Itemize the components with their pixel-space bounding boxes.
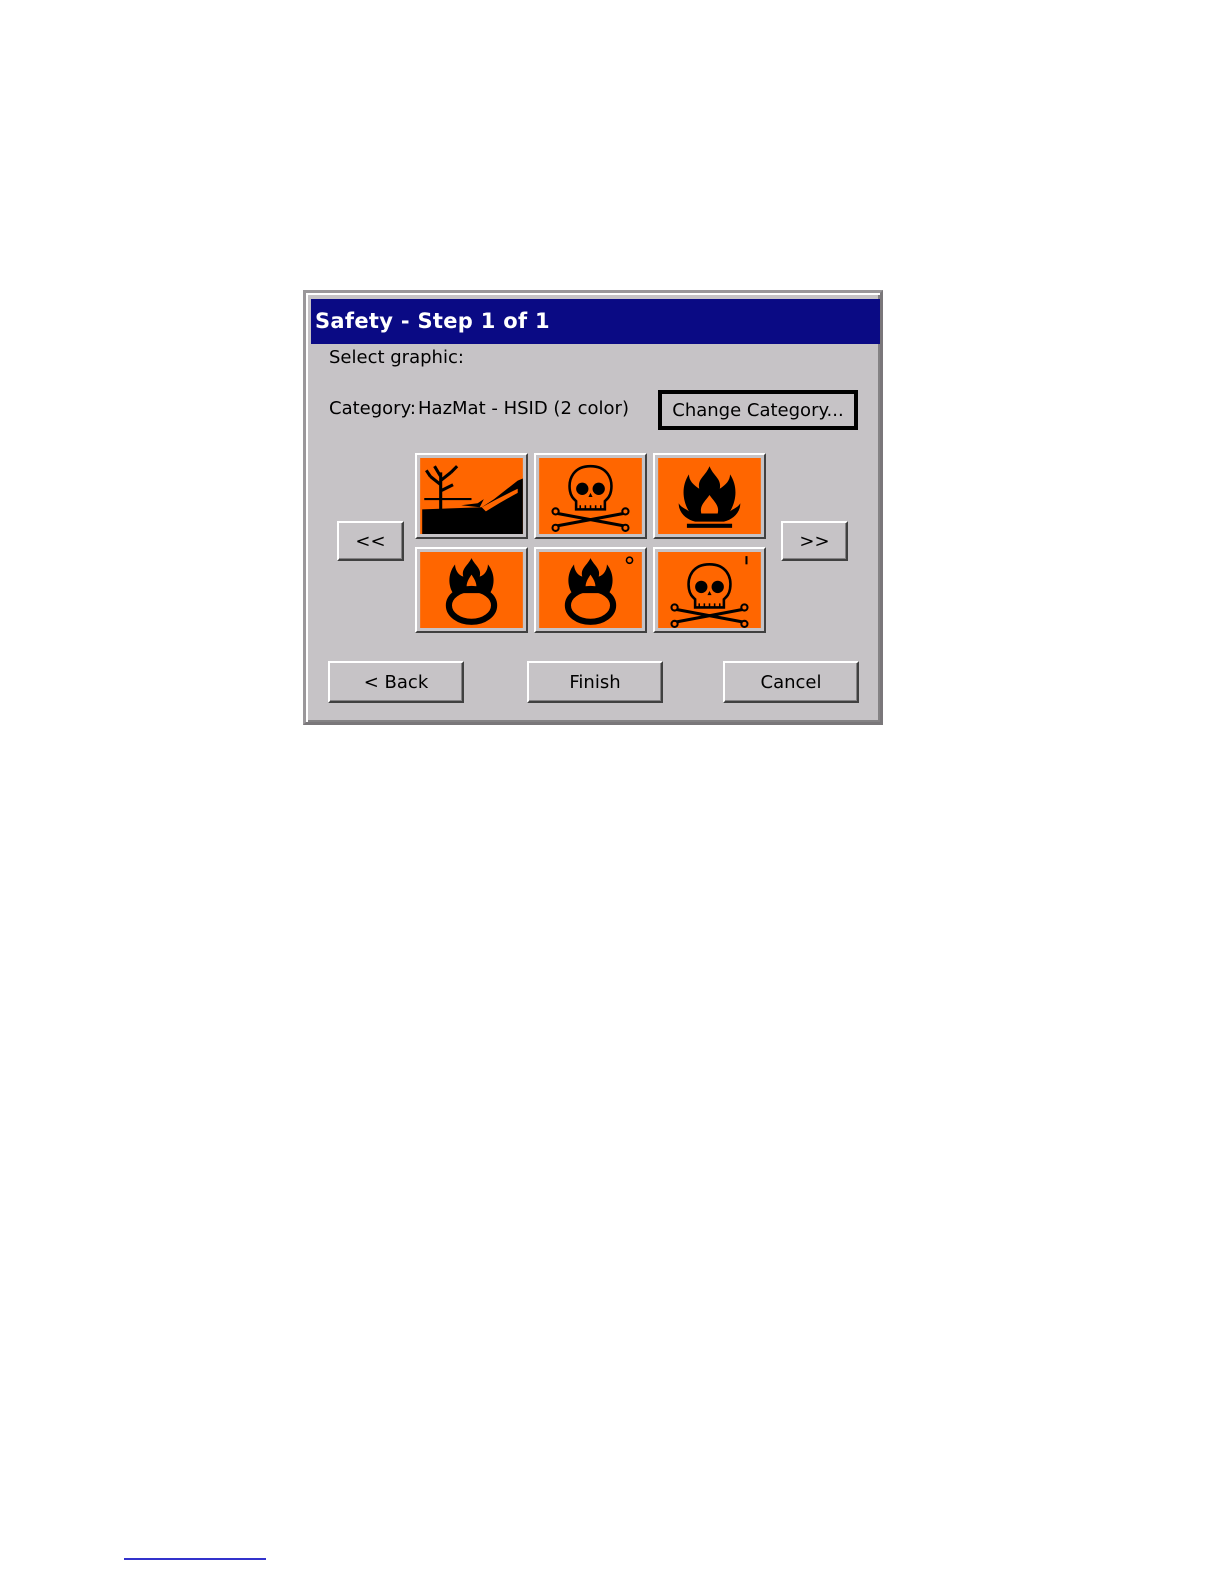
category-value: HazMat - HSID (2 color) <box>418 398 629 419</box>
toxic-skull-icon <box>539 458 642 534</box>
dialog-title: Safety - Step 1 of 1 <box>311 299 880 344</box>
symbol-tile-oxidizer-2[interactable] <box>534 547 647 633</box>
next-page-button[interactable]: >> <box>781 521 848 561</box>
symbol-tile-environment[interactable] <box>415 453 528 539</box>
environment-hazard-icon <box>420 458 523 534</box>
flammable-flame-icon <box>658 458 761 534</box>
oxidizer-flame-over-circle-icon <box>420 552 523 628</box>
symbol-tile-flammable[interactable] <box>653 453 766 539</box>
previous-page-button[interactable]: << <box>337 521 404 561</box>
symbol-tile-oxidizer-1[interactable] <box>415 547 528 633</box>
symbol-tile-toxic-1[interactable] <box>534 453 647 539</box>
footnote-separator-line <box>124 1558 266 1560</box>
oxidizer-flame-over-circle-icon <box>539 552 642 628</box>
back-button[interactable]: < Back <box>328 661 464 703</box>
finish-button[interactable]: Finish <box>527 661 663 703</box>
symbol-tile-toxic-2[interactable] <box>653 547 766 633</box>
category-label: Category: <box>329 398 416 419</box>
safety-dialog: Safety - Step 1 of 1 Select graphic: Cat… <box>303 290 883 725</box>
cancel-button[interactable]: Cancel <box>723 661 859 703</box>
change-category-button[interactable]: Change Category... <box>658 390 858 430</box>
select-graphic-prompt: Select graphic: <box>329 347 464 368</box>
toxic-skull-icon <box>658 552 761 628</box>
